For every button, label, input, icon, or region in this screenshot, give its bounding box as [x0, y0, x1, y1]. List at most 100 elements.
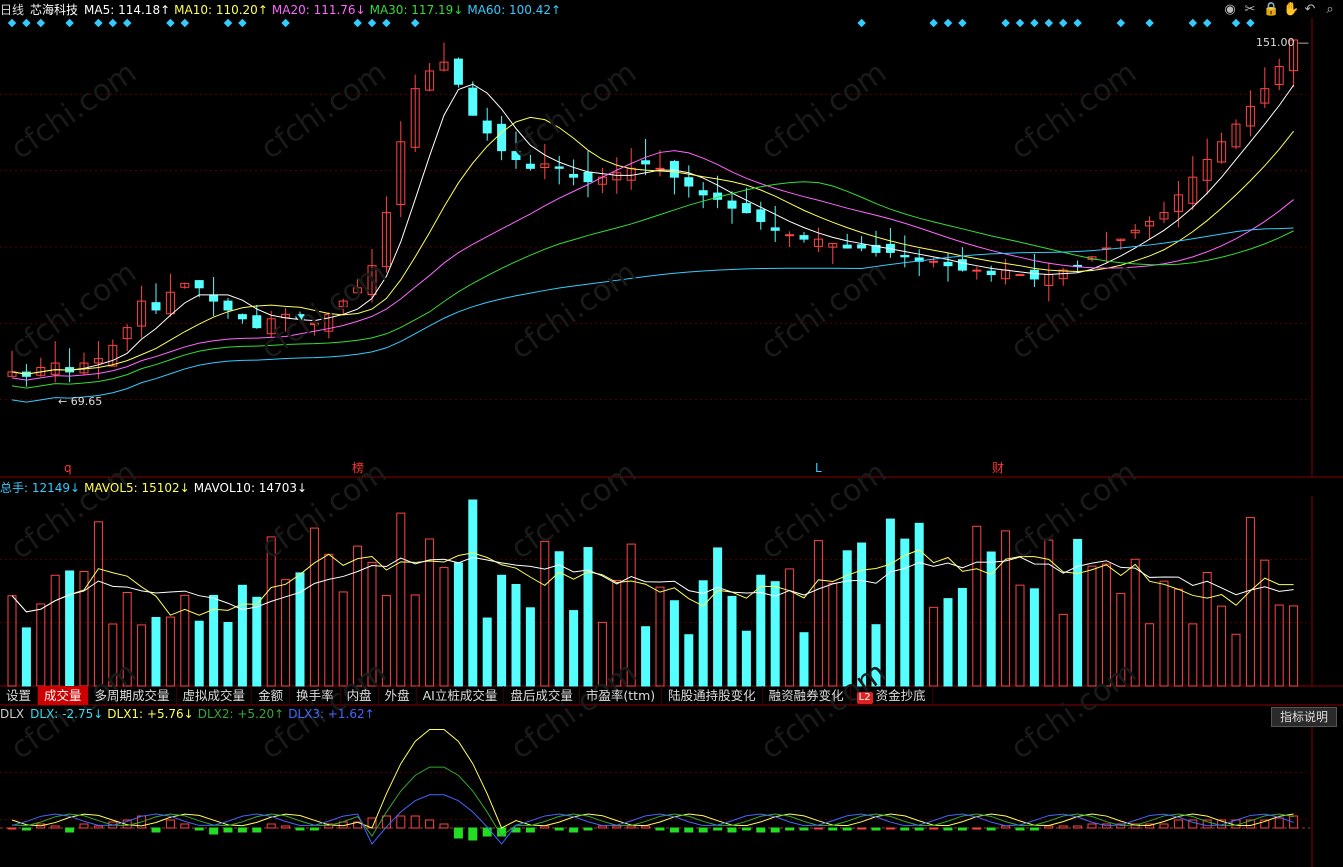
tab-4[interactable]: 金额	[252, 686, 291, 705]
volume-bar	[583, 547, 593, 687]
tab-0[interactable]: 设置	[0, 686, 39, 705]
l2-badge: L2	[856, 692, 873, 704]
tab-10[interactable]: 市盈率(ttm)	[580, 686, 663, 705]
tab-label: 多周期成交量	[94, 688, 170, 703]
indicator-bar	[813, 827, 823, 830]
volume-bar	[684, 634, 694, 687]
ma-ma20: MA20: 111.76↓	[271, 2, 366, 17]
tab-11[interactable]: 陆股通持股变化	[662, 686, 763, 705]
tab-3[interactable]: 虚拟成交量	[177, 686, 253, 705]
indicator-bar	[828, 827, 838, 831]
volume-bar	[741, 630, 751, 687]
tab-label: 陆股通持股变化	[668, 688, 756, 703]
event-marker: q	[64, 461, 72, 475]
volume-bar	[842, 550, 852, 687]
tab-2[interactable]: 多周期成交量	[89, 686, 177, 705]
tab-label: 市盈率(ttm)	[585, 688, 656, 703]
candle-body	[583, 171, 593, 183]
tab-label: 换手率	[296, 688, 334, 703]
indicator-bar	[684, 827, 694, 833]
candle-body	[468, 87, 478, 116]
candle-body	[223, 300, 233, 311]
indicator-bar	[295, 827, 305, 831]
tab-5[interactable]: 换手率	[290, 686, 341, 705]
indicator-bar	[741, 827, 751, 831]
volume-bar	[756, 574, 766, 687]
tab-label: 金额	[258, 688, 284, 703]
volume-bar	[482, 617, 492, 687]
search-icon[interactable]: ⌕	[1323, 2, 1337, 17]
indicator-bar	[986, 827, 996, 831]
lock-icon[interactable]: 🔒	[1263, 2, 1279, 17]
stock-chart[interactable]: 151.00 —← 69.65q 榜 L 财cfchi.com cfchi.com cfc…	[0, 0, 1343, 867]
tab-label: 内盘	[346, 688, 372, 703]
indicator-help-button[interactable]: 指标说明	[1270, 707, 1337, 727]
candle-body	[698, 190, 708, 196]
event-marker: 财	[992, 461, 1004, 475]
indicator-bar	[309, 827, 319, 831]
candle-body	[151, 302, 161, 311]
volume-bar	[1073, 538, 1083, 687]
volume-bar	[569, 610, 579, 687]
scissors-icon[interactable]: ✂	[1243, 2, 1257, 17]
indicator-legend: DLX: -2.75↓ DLX1: +5.76↓ DLX2: +5.20↑ DLX3:…	[30, 707, 379, 721]
candle-body	[756, 209, 766, 222]
tab-13[interactable]: L2 资金抄底	[851, 686, 933, 705]
candle-body	[741, 203, 751, 214]
indicator-bar	[583, 827, 593, 831]
tab-7[interactable]: 外盘	[379, 686, 417, 705]
tab-9[interactable]: 盘后成交量	[504, 686, 580, 705]
volume-bar	[237, 584, 247, 687]
candle-body	[727, 200, 737, 209]
volume-legend: 总手: 12149↓ MAVOL5: 15102↓ MAVOL10: 14703↓	[0, 479, 311, 496]
period-label: 日线	[0, 3, 25, 17]
indicator-bar	[525, 827, 535, 833]
indicator-bar	[914, 827, 924, 831]
volume-bar	[497, 574, 507, 687]
indicator-tabs: 设置 成交量 多周期成交量 虚拟成交量 金额 换手率 内盘 外盘 AI立桩成交量 盘后成交量 市盈率…	[0, 686, 933, 705]
indicator-bar	[972, 827, 982, 830]
high-price-label: 151.00 —	[1256, 36, 1309, 49]
undo-icon[interactable]: ↶	[1303, 2, 1317, 17]
volume-bar	[698, 580, 708, 687]
candle-body	[209, 294, 219, 302]
tab-8[interactable]: AI立桩成交量	[417, 686, 505, 705]
tab-6[interactable]: 内盘	[341, 686, 379, 705]
volume-bar	[21, 627, 31, 687]
indicator-bar	[21, 827, 31, 831]
tab-label: 虚拟成交量	[182, 688, 246, 703]
ma-ma30: MA30: 117.19↓	[369, 2, 464, 17]
tab-1[interactable]: 成交量	[38, 686, 89, 705]
candle-body	[943, 261, 953, 267]
indicator-bar	[554, 827, 564, 831]
eye-icon[interactable]: ◉	[1223, 2, 1237, 17]
candle-body	[857, 244, 867, 249]
tab-label: 外盘	[384, 688, 410, 703]
indicator-bar	[7, 827, 17, 830]
vol-mavol5: MAVOL5: 15102↓	[84, 481, 190, 495]
volume-bar	[468, 499, 478, 687]
ma-ma10: MA10: 110.20↑	[174, 2, 268, 17]
indicator-bar	[1015, 827, 1025, 831]
price-header: 日线 芯海科技 MA5: 114.18↑ MA10: 110.20↑ MA20: 1…	[0, 1, 565, 18]
candle-body	[194, 280, 204, 289]
dlx-dlx2: DLX2: +5.20↑	[197, 707, 285, 721]
volume-bar	[65, 570, 75, 687]
indicator-bar	[799, 827, 809, 831]
candle-body	[986, 270, 996, 276]
indicator-bar	[900, 827, 910, 831]
candle-body	[252, 315, 262, 329]
dlx-dlx: DLX: -2.75↓	[30, 707, 104, 721]
volume-bar	[1029, 588, 1039, 687]
indicator-bar	[209, 827, 219, 835]
candle-body	[554, 166, 564, 169]
volume-bar	[194, 620, 204, 687]
vol-mavol10: MAVOL10: 14703↓	[193, 481, 308, 495]
tab-label: 资金抄底	[875, 688, 926, 703]
volume-bar	[295, 572, 305, 687]
vol-总手: 总手: 12149↓	[0, 481, 81, 495]
indicator-bar	[151, 827, 161, 833]
tab-12[interactable]: 融资融券变化	[763, 686, 851, 705]
hand-icon[interactable]: ✋	[1283, 2, 1299, 17]
candle-body	[525, 163, 535, 169]
